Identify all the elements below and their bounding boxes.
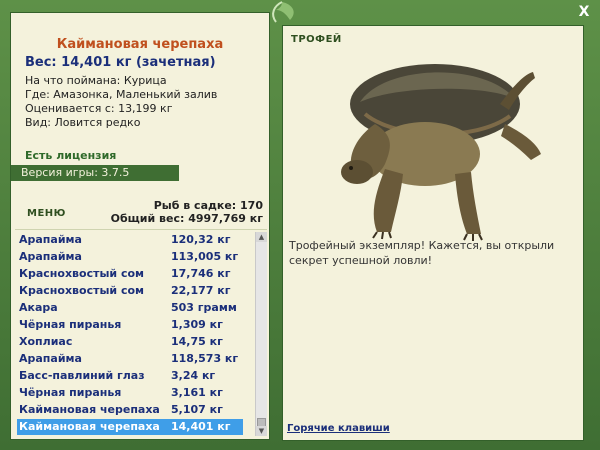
catch-list-scrollbar[interactable]: ▲ ▼: [255, 232, 267, 436]
catch-name: Краснохвостый сом: [19, 267, 145, 280]
close-button[interactable]: X: [576, 4, 592, 20]
catch-name: Чёрная пиранья: [19, 318, 122, 331]
list-item-selected[interactable]: Каймановая черепаха 14,401 кг: [17, 419, 243, 435]
fish-name: Каймановая черепаха: [56, 37, 224, 52]
catch-weight: 503 грамм: [171, 301, 237, 314]
catch-list[interactable]: Арапайма 120,32 кг Арапайма 113,005 кг К…: [15, 229, 267, 438]
price-line: Оценивается с: 13,199 кг: [25, 102, 173, 115]
list-item[interactable]: Акара 503 грамм: [17, 300, 243, 316]
catch-weight: 22,177 кг: [171, 284, 231, 297]
hotkeys-link[interactable]: Горячие клавиши: [287, 423, 390, 434]
list-item[interactable]: Краснохвостый сом 17,746 кг: [17, 266, 243, 282]
catch-name: Арапайма: [19, 233, 82, 246]
catch-weight: 17,746 кг: [171, 267, 231, 280]
version-bar: Версия игры: 3.7.5: [11, 165, 179, 181]
fish-weight: Вес: 14,401 кг (зачетная): [25, 55, 216, 70]
catch-name: Арапайма: [19, 352, 82, 365]
catch-weight: 1,309 кг: [171, 318, 223, 331]
list-item[interactable]: Хоплиас 14,75 кг: [17, 334, 243, 350]
list-item[interactable]: Арапайма 113,005 кг: [17, 249, 243, 265]
list-item[interactable]: Чёрная пиранья 1,309 кг: [17, 317, 243, 333]
kind-line: Вид: Ловится редко: [25, 116, 141, 129]
menu-button[interactable]: МЕНЮ: [27, 208, 66, 219]
catch-name: Каймановая черепаха: [19, 420, 160, 433]
scroll-down-icon[interactable]: ▼: [256, 426, 267, 436]
turtle-image: [341, 64, 541, 241]
fish-count: Рыб в садке: 170: [153, 199, 263, 212]
catch-weight: 5,107 кг: [171, 403, 223, 416]
game-window-frame: X Каймановая черепаха Вес: 14,401 кг (за…: [0, 0, 600, 450]
catch-weight: 14,75 кг: [171, 335, 223, 348]
fish-info-panel: Каймановая черепаха Вес: 14,401 кг (заче…: [10, 12, 270, 440]
catch-name: Басс-павлиний глаз: [19, 369, 145, 382]
total-weight: Общий вес: 4997,769 кг: [110, 212, 263, 225]
location-line: Где: Амазонка, Маленький залив: [25, 88, 218, 101]
list-item[interactable]: Краснохвостый сом 22,177 кг: [17, 283, 243, 299]
catch-weight: 3,24 кг: [171, 369, 216, 382]
catch-name: Акара: [19, 301, 58, 314]
catch-weight: 120,32 кг: [171, 233, 231, 246]
license-status: Есть лицензия: [25, 149, 117, 162]
list-item[interactable]: Чёрная пиранья 3,161 кг: [17, 385, 243, 401]
catch-name: Арапайма: [19, 250, 82, 263]
catch-name: Каймановая черепаха: [19, 403, 160, 416]
catch-name: Чёрная пиранья: [19, 386, 122, 399]
trophy-message: Трофейный экземпляр! Кажется, вы открыли…: [289, 239, 555, 267]
list-item[interactable]: Басс-павлиний глаз 3,24 кг: [17, 368, 243, 384]
list-item[interactable]: Арапайма 120,32 кг: [17, 232, 243, 248]
scroll-up-icon[interactable]: ▲: [256, 232, 267, 242]
trophy-panel: ТРОФЕЙ Трофейный экземпляр! Кажется, вы …: [282, 25, 584, 441]
list-item[interactable]: Каймановая черепаха 5,107 кг: [17, 402, 243, 418]
catch-name: Хоплиас: [19, 335, 73, 348]
list-item[interactable]: Арапайма 118,573 кг: [17, 351, 243, 367]
catch-weight: 118,573 кг: [171, 352, 239, 365]
bait-line: На что поймана: Курица: [25, 74, 167, 87]
catch-weight: 3,161 кг: [171, 386, 223, 399]
catch-name: Краснохвостый сом: [19, 284, 145, 297]
catch-weight: 113,005 кг: [171, 250, 239, 263]
catch-weight: 14,401 кг: [171, 420, 231, 433]
